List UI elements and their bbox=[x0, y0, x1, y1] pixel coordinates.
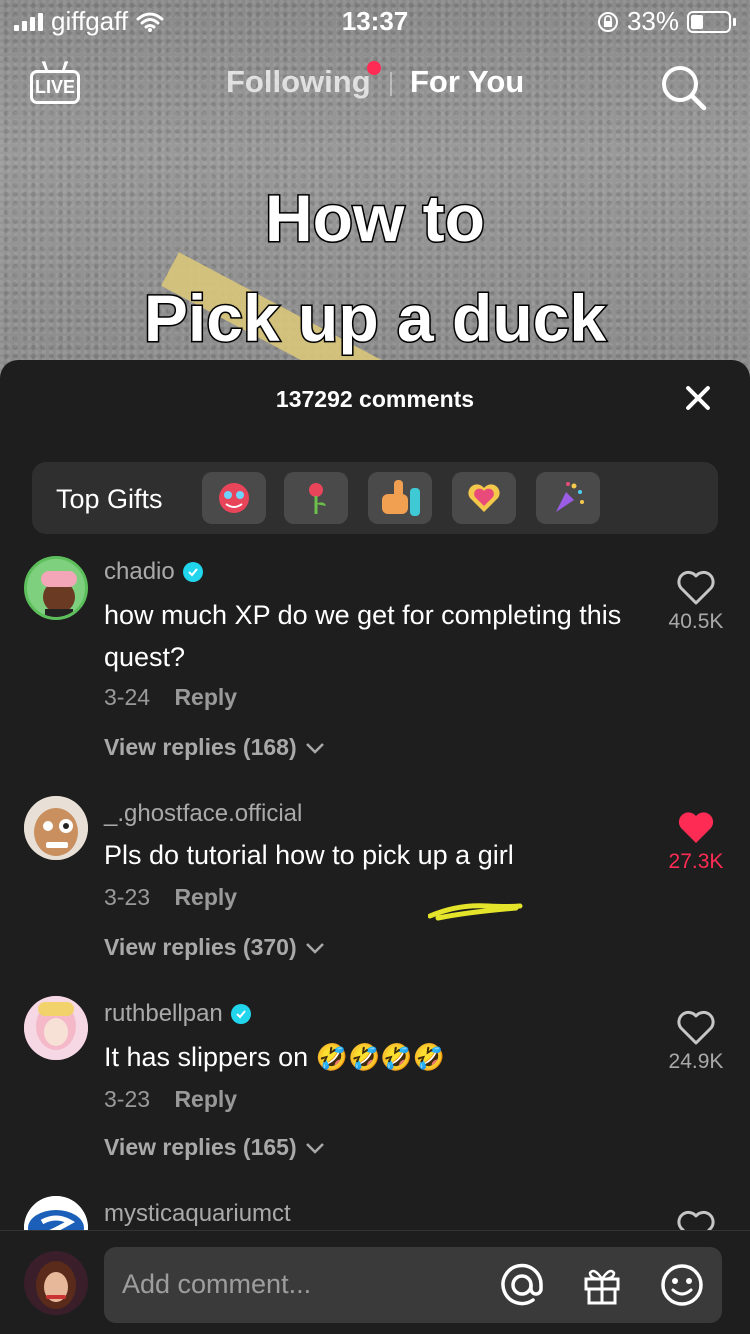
comment-text: It has slippers on 🤣🤣🤣🤣 bbox=[104, 1036, 664, 1078]
chevron-down-icon bbox=[305, 742, 324, 754]
reply-button[interactable]: Reply bbox=[174, 684, 237, 710]
mention-icon[interactable] bbox=[498, 1261, 546, 1309]
avatar[interactable] bbox=[24, 556, 88, 620]
comment-meta: 3-23 Reply bbox=[104, 884, 237, 911]
view-replies-button[interactable]: View replies (370) bbox=[104, 934, 325, 961]
comments-count: 137292 comments bbox=[275, 386, 475, 412]
notification-dot bbox=[367, 61, 381, 75]
like-count: 40.5K bbox=[668, 610, 724, 633]
view-replies-label: View replies (370) bbox=[104, 934, 297, 960]
top-gifts-label: Top Gifts bbox=[56, 484, 163, 514]
emoji-icon[interactable] bbox=[658, 1261, 706, 1309]
tab-divider bbox=[390, 72, 392, 96]
rose-gift-icon[interactable] bbox=[284, 472, 348, 524]
reply-button[interactable]: Reply bbox=[174, 884, 237, 910]
comment-username[interactable]: ruthbellpan bbox=[104, 1000, 251, 1028]
live-label: LIVE bbox=[30, 70, 80, 104]
battery: 33% bbox=[597, 6, 736, 37]
like-button[interactable]: 24.9K bbox=[656, 1010, 736, 1074]
chevron-down-icon bbox=[305, 1142, 324, 1154]
top-gifts-bar: Top Gifts bbox=[32, 462, 718, 534]
avatar[interactable] bbox=[24, 796, 88, 860]
tab-for-you[interactable]: For You bbox=[410, 64, 524, 100]
reply-button[interactable]: Reply bbox=[174, 1086, 237, 1112]
view-replies-button[interactable]: View replies (165) bbox=[104, 1134, 325, 1161]
like-count: 24.9K bbox=[668, 1050, 724, 1073]
comment-composer: Add comment... bbox=[0, 1230, 750, 1334]
battery-icon bbox=[687, 10, 731, 33]
gift-icon[interactable] bbox=[578, 1261, 626, 1309]
like-button[interactable]: 27.3K bbox=[656, 810, 736, 874]
live-button[interactable]: LIVE bbox=[30, 61, 82, 108]
comment-username[interactable]: chadio bbox=[104, 558, 203, 586]
status-bar: giffgaff 13:37 33% bbox=[0, 0, 750, 40]
tab-following[interactable]: Following bbox=[226, 64, 371, 100]
search-button[interactable] bbox=[658, 62, 710, 114]
laughing-emoji-icons: 🤣🤣🤣🤣 bbox=[315, 1042, 446, 1072]
heart-outline-icon bbox=[677, 1010, 715, 1045]
comment-date: 3-23 bbox=[104, 1086, 151, 1112]
comment-username[interactable]: mysticaquariumct bbox=[104, 1200, 291, 1228]
video-caption-line-2: Pick up a duck bbox=[142, 280, 607, 357]
heart-outline-icon bbox=[677, 570, 715, 605]
heart-gift-icon[interactable] bbox=[452, 472, 516, 524]
comment-date: 3-24 bbox=[104, 684, 151, 710]
username-text: _.ghostface.official bbox=[104, 800, 303, 827]
view-replies-label: View replies (165) bbox=[104, 1134, 297, 1160]
comment-date: 3-23 bbox=[104, 884, 151, 910]
comment-text: Pls do tutorial how to pick up a girl bbox=[104, 840, 514, 870]
like-count: 27.3K bbox=[668, 850, 724, 873]
thumbs-up-gift-icon[interactable] bbox=[368, 472, 432, 524]
mask-gift-icon[interactable] bbox=[202, 472, 266, 524]
user-avatar[interactable] bbox=[24, 1251, 88, 1315]
highlight-scribble bbox=[428, 903, 523, 921]
view-replies-label: View replies (168) bbox=[104, 734, 297, 760]
confetti-gift-icon[interactable] bbox=[536, 472, 600, 524]
username-text: chadio bbox=[104, 558, 175, 585]
avatar[interactable] bbox=[24, 996, 88, 1060]
chevron-down-icon bbox=[305, 942, 324, 954]
verified-badge-icon bbox=[230, 1004, 251, 1024]
view-replies-button[interactable]: View replies (168) bbox=[104, 734, 325, 761]
comment-meta: 3-23 Reply bbox=[104, 1086, 237, 1113]
heart-filled-icon bbox=[678, 812, 714, 843]
like-button[interactable]: 40.5K bbox=[656, 570, 736, 634]
video-caption-line-1: How to bbox=[264, 180, 487, 257]
comment-placeholder: Add comment... bbox=[122, 1269, 312, 1299]
comment-username[interactable]: _.ghostface.official bbox=[104, 800, 302, 828]
comment-text: how much XP do we get for completing thi… bbox=[104, 600, 622, 672]
comment-input[interactable]: Add comment... bbox=[104, 1247, 722, 1323]
video-background[interactable]: How to Pick up a duck bbox=[0, 0, 750, 380]
search-icon bbox=[662, 66, 707, 111]
close-icon[interactable] bbox=[684, 384, 712, 412]
username-text: ruthbellpan bbox=[104, 1000, 223, 1027]
username-text: mysticaquariumct bbox=[104, 1200, 291, 1227]
comment-meta: 3-24 Reply bbox=[104, 684, 237, 711]
comment-text-body: It has slippers on bbox=[104, 1042, 309, 1072]
tv-antenna-icon bbox=[41, 61, 69, 72]
battery-percent: 33% bbox=[626, 6, 679, 36]
rotation-lock-icon bbox=[597, 11, 618, 32]
verified-badge-icon bbox=[182, 562, 203, 582]
